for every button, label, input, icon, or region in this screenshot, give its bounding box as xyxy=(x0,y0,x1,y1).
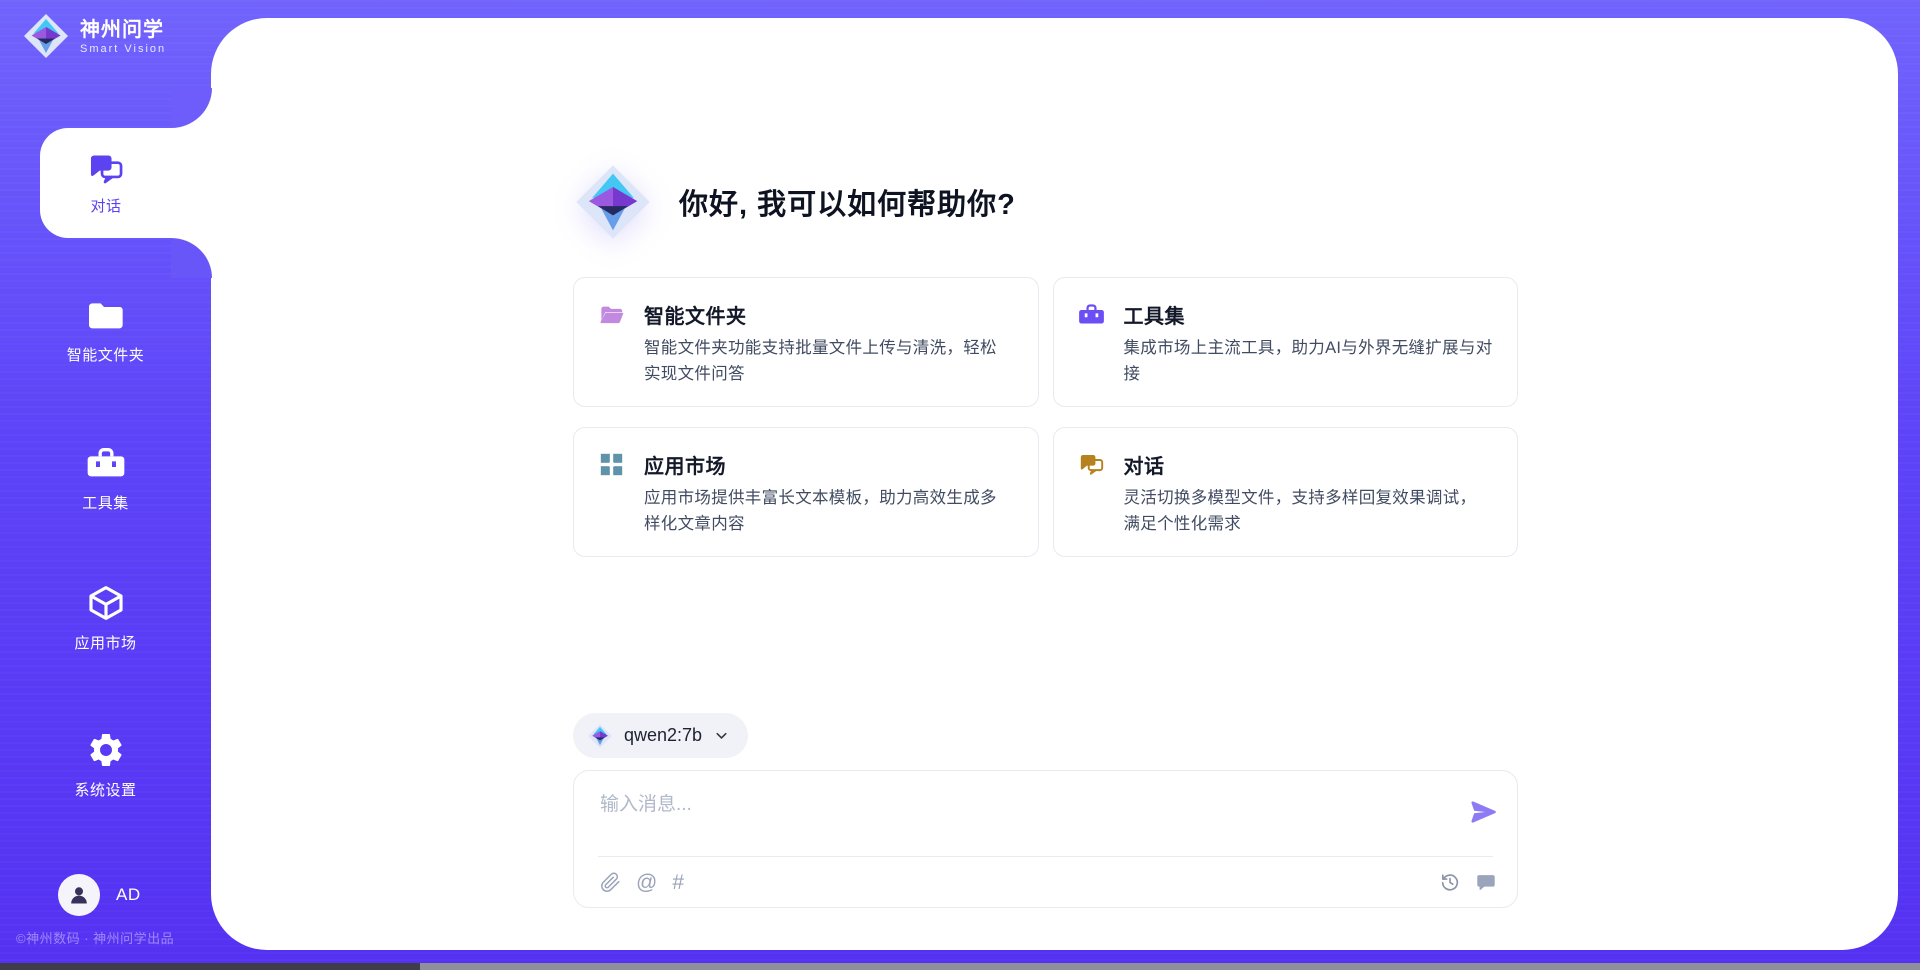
avatar xyxy=(58,874,100,916)
sidebar-item-app-market[interactable]: 应用市场 xyxy=(0,583,211,653)
message-input[interactable] xyxy=(600,789,1440,845)
model-selector[interactable]: qwen2:7b xyxy=(573,713,748,758)
user-profile[interactable]: AD xyxy=(58,874,141,916)
model-logo-icon xyxy=(587,723,613,749)
chat-bubble-button[interactable] xyxy=(1475,871,1497,893)
user-avatar-icon xyxy=(66,882,92,908)
sidebar-item-label: 系统设置 xyxy=(74,779,136,800)
hash-icon: # xyxy=(672,871,684,894)
history-button[interactable] xyxy=(1439,871,1461,893)
gear-icon xyxy=(86,730,126,770)
chat-bubble-icon xyxy=(1475,871,1497,893)
model-name: qwen2:7b xyxy=(624,725,702,746)
mention-button[interactable]: @ xyxy=(636,872,657,893)
card-description: 应用市场提供丰富长文本模板，助力高效生成多样化文章内容 xyxy=(644,486,1014,537)
mention-icon: @ xyxy=(636,871,657,894)
composer-toolbar: @ # xyxy=(600,857,1497,907)
card-description: 集成市场上主流工具，助力AI与外界无缝扩展与对接 xyxy=(1124,336,1494,387)
sidebar-item-label: 智能文件夹 xyxy=(67,344,145,365)
window-bottom-edge xyxy=(0,963,1920,970)
toolbox-icon xyxy=(1078,301,1105,328)
chat-icon xyxy=(1078,451,1105,478)
card-toolbox[interactable]: 工具集 集成市场上主流工具，助力AI与外界无缝扩展与对接 xyxy=(1053,277,1519,407)
card-title: 对话 xyxy=(1124,450,1165,479)
folder-open-icon xyxy=(598,301,625,328)
message-composer: @ # xyxy=(573,770,1518,908)
main-content: 你好, 我可以如何帮助你? 智能文件夹 智能文件夹功能支持批量文件上传与清洗，轻… xyxy=(211,18,1898,950)
sidebar-item-toolbox[interactable]: 工具集 xyxy=(0,443,211,513)
cube-icon xyxy=(86,583,126,623)
user-name: AD xyxy=(116,885,141,905)
folder-icon xyxy=(86,295,126,335)
card-app-market[interactable]: 应用市场 应用市场提供丰富长文本模板，助力高效生成多样化文章内容 xyxy=(573,427,1039,557)
card-smart-folder[interactable]: 智能文件夹 智能文件夹功能支持批量文件上传与清洗，轻松实现文件问答 xyxy=(573,277,1039,407)
sidebar-item-label: 应用市场 xyxy=(74,632,136,653)
brand-name: 神州问学 xyxy=(80,18,166,42)
card-description: 智能文件夹功能支持批量文件上传与清洗，轻松实现文件问答 xyxy=(644,336,1014,387)
grid-icon xyxy=(598,451,625,478)
hash-button[interactable]: # xyxy=(672,872,684,893)
sidebar-item-label: 工具集 xyxy=(82,492,129,513)
chevron-down-icon xyxy=(713,727,730,744)
brand[interactable]: 神州问学 Smart Vision xyxy=(22,12,166,60)
greeting: 你好, 我可以如何帮助你? xyxy=(573,162,1016,242)
brand-logo-icon xyxy=(22,12,70,60)
chat-icon xyxy=(87,150,125,188)
send-icon xyxy=(1469,797,1499,827)
brand-subtitle: Smart Vision xyxy=(80,43,166,55)
sidebar-item-smart-folder[interactable]: 智能文件夹 xyxy=(0,295,211,365)
app-window: 神州问学 Smart Vision 对话 智能文件夹 工具集 应用市场 xyxy=(0,0,1920,970)
attachment-button[interactable] xyxy=(600,872,621,893)
card-title: 应用市场 xyxy=(644,450,726,479)
brand-text: 神州问学 Smart Vision xyxy=(80,18,166,55)
card-description: 灵活切换多模型文件，支持多样回复效果调试，满足个性化需求 xyxy=(1124,486,1494,537)
sidebar-item-label: 对话 xyxy=(90,195,121,216)
assistant-logo-icon xyxy=(573,162,653,242)
tab-curve-top xyxy=(171,88,212,128)
attachment-icon xyxy=(600,872,621,893)
card-title: 工具集 xyxy=(1124,300,1186,329)
sidebar-item-chat[interactable]: 对话 xyxy=(40,128,216,238)
toolbox-icon xyxy=(86,443,126,483)
footer-credit: ©神州数码 · 神州问学出品 xyxy=(16,928,174,947)
sidebar-item-settings[interactable]: 系统设置 xyxy=(0,730,211,800)
greeting-text: 你好, 我可以如何帮助你? xyxy=(679,181,1016,223)
tab-curve-bottom xyxy=(171,238,212,278)
history-icon xyxy=(1439,871,1461,893)
send-button[interactable] xyxy=(1469,797,1499,827)
card-title: 智能文件夹 xyxy=(644,300,747,329)
card-chat[interactable]: 对话 灵活切换多模型文件，支持多样回复效果调试，满足个性化需求 xyxy=(1053,427,1519,557)
feature-cards: 智能文件夹 智能文件夹功能支持批量文件上传与清洗，轻松实现文件问答 工具集 集成… xyxy=(573,277,1518,557)
